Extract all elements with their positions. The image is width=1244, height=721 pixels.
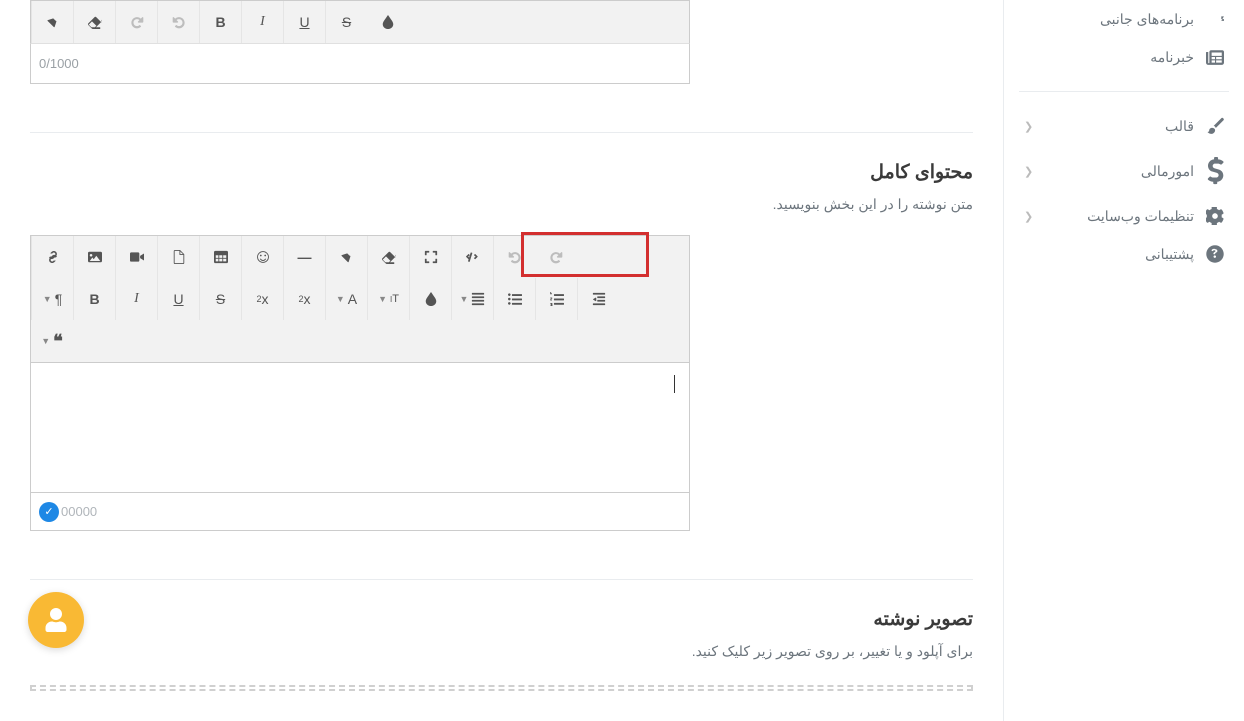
check-icon: ✓ (39, 502, 59, 522)
outdent-icon[interactable] (577, 278, 619, 320)
cursor-icon[interactable] (325, 236, 367, 278)
underline-icon[interactable]: U (157, 278, 199, 320)
question-icon (1206, 245, 1224, 263)
label: خبرنامه (1150, 49, 1194, 66)
bold-icon[interactable]: B (199, 1, 241, 43)
italic-icon[interactable]: I (115, 278, 157, 320)
redo-icon[interactable] (115, 1, 157, 43)
link-icon[interactable] (31, 236, 73, 278)
brush-icon (1206, 117, 1224, 135)
align-icon[interactable]: ▼ (451, 278, 493, 320)
fullscreen-icon[interactable] (409, 236, 451, 278)
image-uploader[interactable] (30, 685, 973, 691)
emoji-icon[interactable] (241, 236, 283, 278)
font-family-icon[interactable]: A▼ (325, 278, 367, 320)
unordered-list-icon[interactable] (493, 278, 535, 320)
color-icon[interactable] (367, 1, 409, 43)
divider (1019, 91, 1229, 92)
chevron-left-icon: ❮ (1024, 120, 1033, 133)
subscript-icon[interactable]: x2 (241, 278, 283, 320)
sidebar: برنامه‌های جانبی خبرنامه قالب ❮ امورمالی… (1004, 0, 1244, 721)
label: قالب (1165, 118, 1194, 135)
superscript-icon[interactable]: x2 (283, 278, 325, 320)
main-content: B I U S 0/1000 محتوای کامل متن نوشته را … (0, 0, 1004, 721)
redo-icon[interactable] (535, 236, 577, 278)
editor-footer: ✓ 00000 (30, 493, 690, 531)
video-icon[interactable] (115, 236, 157, 278)
sidebar-item-newsletter[interactable]: خبرنامه (1019, 38, 1229, 76)
chevron-left-icon: ❮ (1024, 210, 1033, 223)
hr-icon[interactable]: — (283, 236, 325, 278)
sidebar-item-finance[interactable]: امورمالی ❮ (1019, 145, 1229, 197)
divider (30, 579, 973, 580)
sidebar-item-theme[interactable]: قالب ❮ (1019, 107, 1229, 145)
label: برنامه‌های جانبی (1100, 11, 1194, 28)
section-subtitle-content: متن نوشته را در این بخش بنویسید. (30, 196, 973, 213)
toolbar-full: — ¶▼ B I U S x2 x2 A▼ TI▼ (30, 235, 690, 363)
editor-full: — ¶▼ B I U S x2 x2 A▼ TI▼ (30, 235, 690, 531)
char-counter: 00000 (61, 504, 97, 519)
text-cursor (674, 375, 675, 393)
cursor-icon[interactable] (31, 1, 73, 43)
undo-icon[interactable] (157, 1, 199, 43)
char-counter: 0/1000 (39, 56, 79, 71)
color-icon[interactable] (409, 278, 451, 320)
toolbar-small: B I U S (30, 0, 690, 44)
section-title-content: محتوای کامل (30, 161, 973, 184)
file-icon[interactable] (157, 236, 199, 278)
sidebar-item-settings[interactable]: تنظیمات وب‌سایت ❮ (1019, 197, 1229, 235)
section-title-image: تصویر نوشته (30, 608, 973, 631)
sidebar-item-plugins[interactable]: برنامه‌های جانبی (1019, 0, 1229, 38)
strikethrough-icon[interactable]: S (325, 1, 367, 43)
editor-body[interactable] (30, 363, 690, 493)
italic-icon[interactable]: I (241, 1, 283, 43)
undo-icon[interactable] (493, 236, 535, 278)
section-subtitle-image: برای آپلود و یا تغییر، بر روی تصویر زیر … (30, 643, 973, 660)
bold-icon[interactable]: B (73, 278, 115, 320)
font-size-icon[interactable]: TI▼ (367, 278, 409, 320)
gear-icon (1206, 207, 1224, 225)
strikethrough-icon[interactable]: S (199, 278, 241, 320)
newspaper-icon (1206, 48, 1224, 66)
table-icon[interactable] (199, 236, 241, 278)
eraser-icon[interactable] (367, 236, 409, 278)
paragraph-icon[interactable]: ¶▼ (31, 278, 73, 320)
quote-icon[interactable]: ❝▼ (31, 320, 73, 362)
eraser-icon[interactable] (73, 1, 115, 43)
underline-icon[interactable]: U (283, 1, 325, 43)
code-icon[interactable] (451, 236, 493, 278)
label: پشتیبانی (1145, 246, 1194, 263)
label: امورمالی (1141, 163, 1194, 180)
editor-excerpt: B I U S 0/1000 (30, 0, 690, 84)
image-icon[interactable] (73, 236, 115, 278)
dollar-icon (1206, 155, 1224, 187)
chevron-left-icon: ❮ (1024, 165, 1033, 178)
label: تنظیمات وب‌سایت (1087, 208, 1194, 225)
ordered-list-icon[interactable] (535, 278, 577, 320)
divider (30, 132, 973, 133)
support-fab[interactable] (28, 592, 84, 648)
editor-body[interactable]: 0/1000 (30, 44, 690, 84)
sidebar-item-support[interactable]: پشتیبانی (1019, 235, 1229, 273)
plug-icon (1206, 10, 1224, 28)
